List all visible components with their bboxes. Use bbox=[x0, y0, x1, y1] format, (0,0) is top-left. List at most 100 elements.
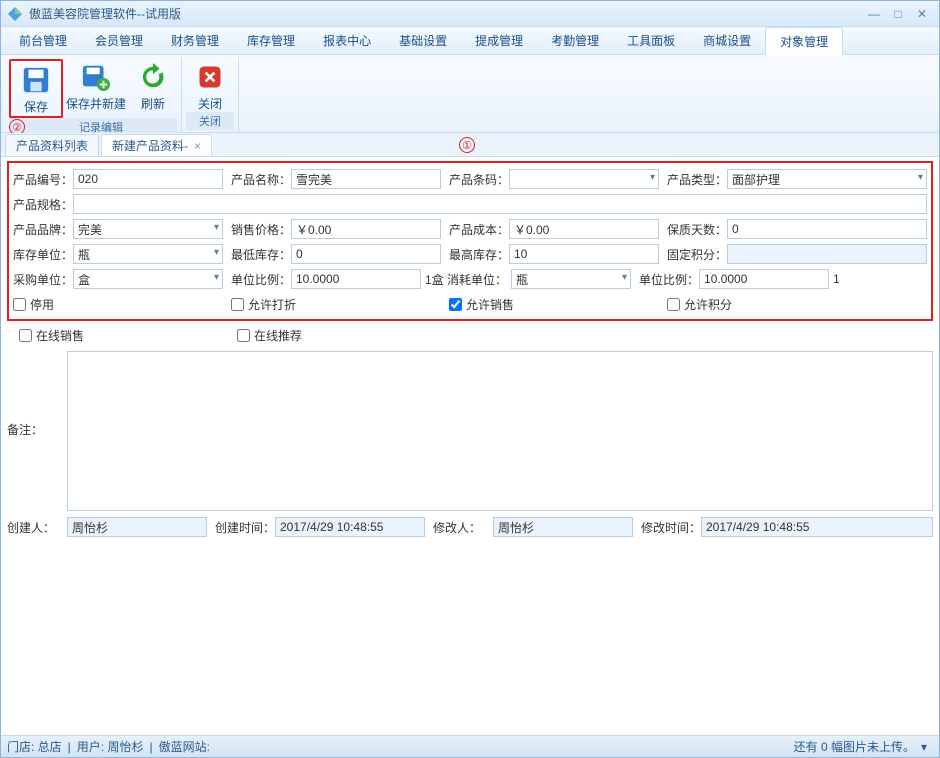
lbl-creator: 创建人 bbox=[7, 519, 67, 536]
ribbon: 保存 保存并新建 刷新 ② 记录编辑 bbox=[1, 55, 939, 133]
lbl-product-name: 产品名称 bbox=[231, 171, 291, 188]
close-icon bbox=[194, 61, 226, 93]
highlighted-form-area: 产品编号 产品名称 产品条码 ▾ 产品类型 ▾ 产品规格 bbox=[7, 161, 933, 321]
lbl-max-stock: 最高库存 bbox=[449, 246, 509, 263]
close-button[interactable]: 关闭 bbox=[186, 59, 234, 112]
chk-online-sale[interactable]: 在线销售 bbox=[7, 327, 237, 344]
chk-disable[interactable]: 停用 bbox=[13, 296, 231, 313]
form-panel: 产品编号 产品名称 产品条码 ▾ 产品类型 ▾ 产品规格 bbox=[1, 157, 939, 735]
lbl-unit-ratio: 单位比例 bbox=[231, 271, 291, 288]
input-unit-ratio[interactable] bbox=[291, 269, 421, 289]
lbl-consume-unit: 1盒 消耗单位 bbox=[421, 271, 511, 288]
lbl-cost: 产品成本 bbox=[449, 221, 509, 238]
menu-item-stock[interactable]: 库存管理 bbox=[233, 27, 309, 54]
lbl-ptype: 产品类型 bbox=[667, 171, 727, 188]
lbl-modify-time: 修改时间 bbox=[641, 519, 701, 536]
lbl-brand: 产品品牌 bbox=[13, 221, 73, 238]
window-title: 傲蓝美容院管理软件--试用版 bbox=[29, 5, 861, 22]
lbl-sale-price: 销售价格 bbox=[231, 221, 291, 238]
checkbox-disable[interactable] bbox=[13, 298, 26, 311]
checkbox-allow-points[interactable] bbox=[667, 298, 680, 311]
chevron-down-icon[interactable]: ▾ bbox=[921, 740, 927, 754]
input-spec[interactable] bbox=[73, 194, 927, 214]
input-max-stock[interactable] bbox=[509, 244, 659, 264]
input-create-time bbox=[275, 517, 425, 537]
input-product-no[interactable] bbox=[73, 169, 223, 189]
lbl-modifier: 修改人 bbox=[433, 519, 493, 536]
chk-allow-points[interactable]: 允许积分 bbox=[667, 296, 732, 313]
save-new-icon bbox=[80, 61, 112, 93]
lbl-purchase-unit: 采购单位 bbox=[13, 271, 73, 288]
input-min-stock[interactable] bbox=[291, 244, 441, 264]
menu-item-tools[interactable]: 工具面板 bbox=[613, 27, 689, 54]
save-button[interactable]: 保存 bbox=[12, 62, 60, 115]
marker-1: ① bbox=[459, 137, 475, 153]
app-icon bbox=[7, 6, 23, 22]
input-unit-ratio2[interactable] bbox=[699, 269, 829, 289]
menu-item-basic[interactable]: 基础设置 bbox=[385, 27, 461, 54]
select-stock-unit[interactable]: ▾ bbox=[73, 244, 223, 264]
checkbox-allow-discount[interactable] bbox=[231, 298, 244, 311]
save-label: 保存 bbox=[24, 98, 48, 115]
unit-ratio2-suffix: 1 bbox=[829, 272, 840, 286]
maximize-button[interactable]: □ bbox=[887, 6, 909, 22]
menu-item-mall[interactable]: 商城设置 bbox=[689, 27, 765, 54]
save-new-label: 保存并新建 bbox=[66, 95, 126, 112]
input-modifier bbox=[493, 517, 633, 537]
input-sale-price[interactable] bbox=[291, 219, 441, 239]
input-cost[interactable] bbox=[509, 219, 659, 239]
save-highlight-box: 保存 bbox=[9, 59, 63, 118]
save-icon bbox=[20, 64, 52, 96]
input-product-name[interactable] bbox=[291, 169, 441, 189]
lbl-fixed-points: 固定积分 bbox=[667, 246, 727, 263]
menu-item-object[interactable]: 对象管理 bbox=[765, 27, 843, 55]
refresh-button[interactable]: 刷新 bbox=[129, 59, 177, 118]
input-modify-time bbox=[701, 517, 933, 537]
menu-item-commission[interactable]: 提成管理 bbox=[461, 27, 537, 54]
menubar: 前台管理 会员管理 财务管理 库存管理 报表中心 基础设置 提成管理 考勤管理 … bbox=[1, 27, 939, 55]
lbl-remark: 备注 bbox=[7, 351, 67, 438]
menu-item-front[interactable]: 前台管理 bbox=[5, 27, 81, 54]
status-store: 门店: 总店 bbox=[7, 738, 62, 755]
lbl-shelf-days: 保质天数 bbox=[667, 221, 727, 238]
close-label: 关闭 bbox=[198, 95, 222, 112]
textarea-remark[interactable] bbox=[67, 351, 933, 511]
tab-close-icon[interactable]: × bbox=[194, 139, 201, 153]
lbl-product-no: 产品编号 bbox=[13, 171, 73, 188]
checkbox-allow-sale[interactable] bbox=[449, 298, 462, 311]
input-creator bbox=[67, 517, 207, 537]
select-ptype[interactable]: ▾ bbox=[727, 169, 927, 189]
menu-item-attendance[interactable]: 考勤管理 bbox=[537, 27, 613, 54]
lbl-stock-unit: 库存单位 bbox=[13, 246, 73, 263]
ribbon-group-close: 关闭 关闭 bbox=[182, 57, 239, 132]
ribbon-group-edit: 保存 保存并新建 刷新 ② 记录编辑 bbox=[5, 57, 182, 132]
tab-product-list[interactable]: 产品资料列表 bbox=[5, 134, 99, 156]
lbl-barcode: 产品条码 bbox=[449, 171, 509, 188]
status-upload: 还有 0 幅图片未上传。 bbox=[794, 738, 915, 755]
close-window-button[interactable]: ✕ bbox=[911, 6, 933, 22]
select-consume-unit[interactable]: ▾ bbox=[511, 269, 631, 289]
select-purchase-unit[interactable]: ▾ bbox=[73, 269, 223, 289]
refresh-label: 刷新 bbox=[141, 95, 165, 112]
input-shelf-days[interactable] bbox=[727, 219, 927, 239]
chk-online-recommend[interactable]: 在线推荐 bbox=[237, 327, 302, 344]
status-site[interactable]: 傲蓝网站: bbox=[159, 738, 210, 755]
tab-new-product[interactable]: 新建产品资料- × bbox=[101, 134, 212, 156]
menu-item-finance[interactable]: 财务管理 bbox=[157, 27, 233, 54]
minimize-button[interactable]: — bbox=[863, 6, 885, 22]
checkbox-online-recommend[interactable] bbox=[237, 329, 250, 342]
app-window: 傲蓝美容院管理软件--试用版 — □ ✕ 前台管理 会员管理 财务管理 库存管理… bbox=[0, 0, 940, 758]
chk-allow-discount[interactable]: 允许打折 bbox=[231, 296, 449, 313]
menu-item-reports[interactable]: 报表中心 bbox=[309, 27, 385, 54]
select-brand[interactable]: ▾ bbox=[73, 219, 223, 239]
lbl-min-stock: 最低库存 bbox=[231, 246, 291, 263]
lbl-create-time: 创建时间 bbox=[215, 519, 275, 536]
checkbox-online-sale[interactable] bbox=[19, 329, 32, 342]
chk-allow-sale[interactable]: 允许销售 bbox=[449, 296, 667, 313]
input-fixed-points[interactable] bbox=[727, 244, 927, 264]
select-barcode[interactable]: ▾ bbox=[509, 169, 659, 189]
doc-tabbar: 产品资料列表 新建产品资料- × ① bbox=[1, 133, 939, 157]
menu-item-members[interactable]: 会员管理 bbox=[81, 27, 157, 54]
status-user: 用户: 周怡杉 bbox=[77, 738, 144, 755]
save-and-new-button[interactable]: 保存并新建 bbox=[65, 59, 127, 118]
